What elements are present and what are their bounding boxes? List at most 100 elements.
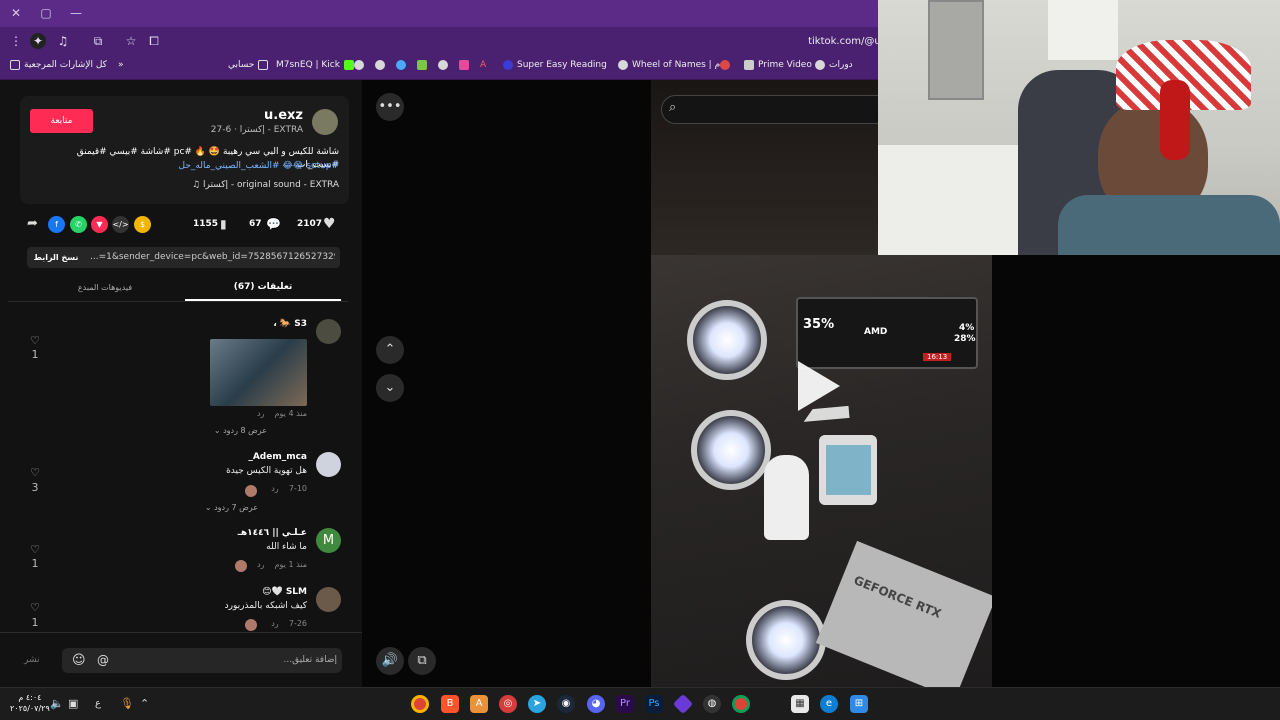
previous-video-icon[interactable]: ⌃ (376, 336, 404, 364)
share-arrow-icon[interactable]: ➦ (27, 216, 38, 231)
comment-avatar[interactable] (316, 587, 341, 612)
creator-username[interactable]: u.exz (264, 108, 303, 123)
tab-creator-videos[interactable]: فيديوهات المبدع (30, 283, 180, 292)
copy-link-button[interactable]: نسخ الرابط (30, 250, 82, 265)
comment-avatar[interactable]: M (316, 528, 341, 553)
link-text[interactable]: ...=1&sender_device=pc&web_id=7528567126… (90, 252, 335, 262)
input-language[interactable]: ع (95, 698, 101, 709)
show-hidden-icons[interactable]: ⌃ (140, 697, 149, 710)
taskbar-clock[interactable]: ٤:٠٤ م ٢٠٢٥/٠٧/٢٩ (10, 692, 50, 714)
bookmark-wheel-of-names[interactable]: Wheel of Names | م... (618, 60, 729, 70)
bookmark-kick[interactable]: M7snEQ | Kick (276, 60, 354, 70)
post-comment-button[interactable]: نشر (24, 655, 40, 665)
store-icon[interactable]: ▦ (791, 695, 809, 713)
bookmark-icon-5[interactable] (438, 60, 448, 70)
bookmark-star-icon[interactable]: ☆ (123, 33, 139, 49)
post-description-line2[interactable]: #setup 😂😂 #الشعب_الصيني_ماله_حل (39, 160, 339, 173)
comment-icon[interactable]: 💬 (266, 217, 281, 231)
volume-icon[interactable]: 🔊 (376, 647, 404, 675)
view-replies[interactable]: عرض 7 ردود ⌄ (205, 503, 258, 512)
comment-meta: منذ 4 يوم رد (257, 409, 307, 418)
bookmark-courses[interactable]: دورات (815, 60, 853, 70)
volume-tray-icon[interactable]: 🔈 (50, 697, 64, 710)
extensions-icon[interactable]: ⧉ (90, 33, 106, 49)
steam-icon[interactable]: ◉ (557, 695, 575, 713)
media-icon[interactable]: ♫ (55, 33, 71, 49)
premiere-icon[interactable]: Pr (616, 695, 634, 713)
comment-image[interactable] (210, 339, 307, 406)
comment-like-icon[interactable]: ♡ (27, 334, 43, 347)
comment-time: 7-26 (288, 619, 307, 628)
bookmark-icon[interactable]: ▮ (220, 217, 227, 231)
all-bookmarks[interactable]: كل الإشارات المرجعية (10, 60, 107, 70)
restore-window-icon[interactable]: ▢ (38, 5, 54, 21)
bookmark-super-easy-reading[interactable]: Super Easy Reading (503, 60, 607, 70)
windows-start-icon[interactable]: ⊞ (850, 695, 868, 713)
facebook-icon[interactable]: f (48, 216, 65, 233)
bookmark-icon-8[interactable] (720, 60, 730, 70)
app-icon-red[interactable]: ◎ (499, 695, 517, 713)
reply-link[interactable]: رد (271, 484, 278, 493)
mini-player-icon[interactable]: ⧉ (408, 647, 436, 675)
play-icon[interactable] (798, 361, 840, 411)
extension-icon[interactable]: ✦ (30, 33, 46, 49)
whatsapp-icon[interactable]: ✆ (70, 216, 87, 233)
more-options-icon[interactable]: ••• (376, 93, 404, 121)
coin-icon[interactable]: $ (134, 216, 151, 233)
chrome-alt-icon[interactable] (732, 695, 750, 713)
comment-avatar[interactable] (316, 319, 341, 344)
window-frame (928, 0, 984, 100)
microphone-tray-icon[interactable]: 🎙 (120, 697, 134, 710)
comment-like-icon[interactable]: ♡ (27, 466, 43, 479)
bookmark-icon-7[interactable]: A (480, 60, 486, 70)
chrome-icon[interactable] (411, 695, 429, 713)
comment-text: ما شاء الله (266, 542, 307, 552)
follow-button[interactable]: متابعة (30, 109, 93, 133)
comment-meta: 7-10 رد (271, 484, 307, 493)
edge-icon[interactable]: e (820, 695, 838, 713)
photoshop-icon[interactable]: Ps (645, 695, 663, 713)
close-window-icon[interactable]: ✕ (8, 5, 24, 21)
comment-username[interactable]: SLM 🤍😊 (262, 587, 307, 597)
comment-like-icon[interactable]: ♡ (27, 543, 43, 556)
search-input[interactable] (661, 95, 891, 124)
tab-comments[interactable]: تعليقات (67) (185, 282, 341, 292)
emoji-icon[interactable]: ☺ (72, 653, 86, 668)
minimize-window-icon[interactable]: — (68, 5, 84, 21)
comment-time: 7-10 (288, 484, 307, 493)
bookmark-icon-4[interactable] (417, 60, 427, 70)
reply-link[interactable]: رد (271, 619, 278, 628)
mention-icon[interactable]: @ (97, 653, 109, 667)
reply-link[interactable]: رد (257, 560, 264, 569)
obs-icon[interactable]: ◍ (703, 695, 721, 713)
reply-link[interactable]: رد (257, 409, 264, 418)
app-icon-a[interactable]: A (470, 695, 488, 713)
creator-avatar[interactable] (312, 109, 338, 135)
comment-username[interactable]: Adem_mca_ (248, 452, 307, 462)
comment-avatar[interactable] (316, 452, 341, 477)
bookmark-icon-6[interactable] (459, 60, 469, 70)
brave-icon[interactable]: B (441, 695, 459, 713)
bookmarks-overflow-icon[interactable]: » (118, 60, 124, 70)
menu-dots-icon[interactable]: ⋮ (8, 33, 24, 49)
comment-like-icon[interactable]: ♡ (27, 601, 43, 614)
bookmark-icon-2[interactable] (375, 60, 385, 70)
network-tray-icon[interactable]: ▣ (68, 697, 78, 710)
comment-username[interactable]: S3 🐎 ، (273, 319, 307, 329)
embed-icon[interactable]: </> (112, 216, 129, 233)
bookmark-icon-3[interactable] (396, 60, 406, 70)
sound-label[interactable]: original sound - EXTRA - إكسترا ♫ (39, 180, 339, 190)
discord-icon[interactable]: ◕ (587, 695, 605, 713)
video-player[interactable]: 35% AMD 4% 28% 16:13 GEFORCE RTX (651, 255, 992, 687)
bookmark-account[interactable]: حسابي (228, 60, 269, 70)
comment-username[interactable]: عـلـي || ١٤٤٦هـ (238, 528, 307, 538)
send-icon[interactable]: ▼ (91, 216, 108, 233)
bookmark-icon-1[interactable] (354, 60, 364, 70)
bookmark-prime-video[interactable]: Prime Video (744, 60, 812, 70)
next-video-icon[interactable]: ⌄ (376, 374, 404, 402)
install-app-icon[interactable]: ⧠ (146, 33, 162, 49)
search-icon[interactable]: ⌕ (669, 100, 676, 115)
telegram-icon[interactable]: ➤ (528, 695, 546, 713)
like-heart-icon[interactable]: ♥ (323, 216, 336, 232)
view-replies[interactable]: عرض 8 ردود ⌄ (214, 426, 267, 435)
